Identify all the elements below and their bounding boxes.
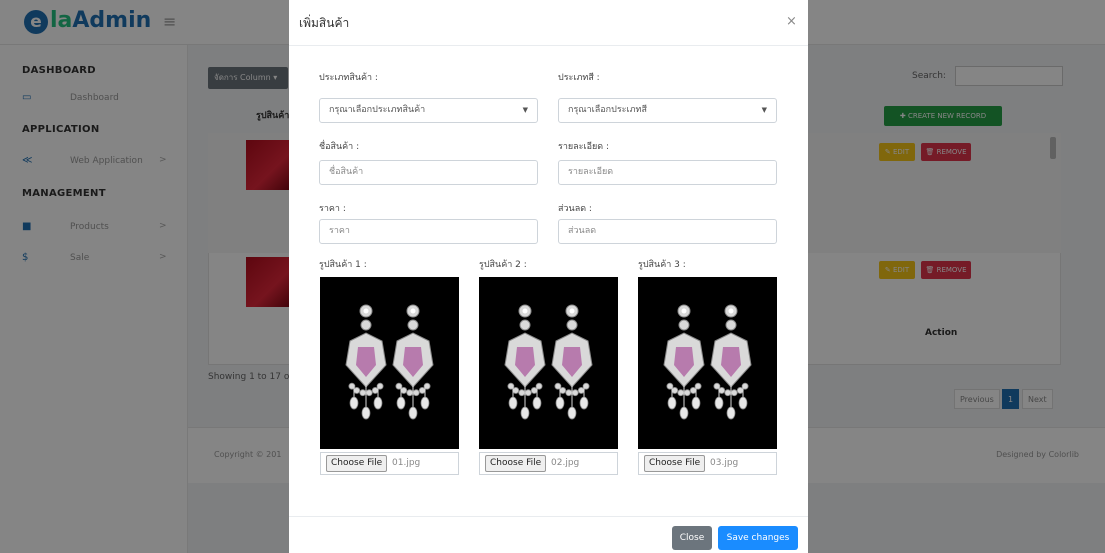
- chevron-down-icon: ▼: [761, 106, 767, 114]
- product-image-2-preview: [479, 277, 618, 449]
- close-button[interactable]: Close: [672, 526, 712, 550]
- product-image-3-file-input[interactable]: Choose File 03.jpg: [638, 452, 777, 475]
- add-product-modal: เพิ่มสินค้า × ประเภทสินค้า : กรุณาเลือกป…: [289, 0, 808, 553]
- price-label: ราคา :: [319, 204, 346, 214]
- file-name: 02.jpg: [551, 458, 580, 468]
- product-name-label: ชื่อสินค้า :: [319, 142, 360, 152]
- product-image-3-preview: [638, 277, 777, 449]
- product-image-1-label: รูปสินค้า 1 :: [319, 260, 367, 270]
- modal-title: เพิ่มสินค้า: [299, 16, 350, 30]
- save-changes-button[interactable]: Save changes: [718, 526, 798, 550]
- product-image-3-label: รูปสินค้า 3 :: [638, 260, 686, 270]
- discount-field[interactable]: ส่วนลด: [558, 219, 777, 244]
- price-field[interactable]: ราคา: [319, 219, 538, 244]
- product-image-2-label: รูปสินค้า 2 :: [479, 260, 527, 270]
- file-name: 03.jpg: [710, 458, 739, 468]
- detail-label: รายละเอียด :: [558, 142, 610, 152]
- close-icon[interactable]: ×: [786, 14, 797, 29]
- discount-label: ส่วนลด :: [558, 204, 592, 214]
- modal-header: เพิ่มสินค้า ×: [289, 0, 808, 46]
- file-name: 01.jpg: [392, 458, 421, 468]
- gem-type-select[interactable]: กรุณาเลือกประเภทสี ▼: [558, 98, 777, 123]
- product-image-1-file-input[interactable]: Choose File 01.jpg: [320, 452, 459, 475]
- choose-file-button[interactable]: Choose File: [644, 455, 706, 472]
- choose-file-button[interactable]: Choose File: [326, 455, 388, 472]
- earring-photo: [345, 304, 434, 420]
- detail-field[interactable]: รายละเอียด: [558, 160, 777, 185]
- product-type-label: ประเภทสินค้า :: [319, 73, 378, 83]
- choose-file-button[interactable]: Choose File: [485, 455, 547, 472]
- earring-photo: [504, 304, 593, 420]
- product-name-field[interactable]: ชื่อสินค้า: [319, 160, 538, 185]
- modal-footer: Close Save changes: [289, 516, 808, 553]
- product-image-1-preview: [320, 277, 459, 449]
- product-image-2-file-input[interactable]: Choose File 02.jpg: [479, 452, 618, 475]
- chevron-down-icon: ▼: [522, 106, 528, 114]
- modal-body: ประเภทสินค้า : กรุณาเลือกประเภทสินค้า ▼ …: [289, 46, 808, 516]
- earring-photo: [663, 304, 752, 420]
- gem-type-label: ประเภทสี :: [558, 73, 600, 83]
- product-type-select[interactable]: กรุณาเลือกประเภทสินค้า ▼: [319, 98, 538, 123]
